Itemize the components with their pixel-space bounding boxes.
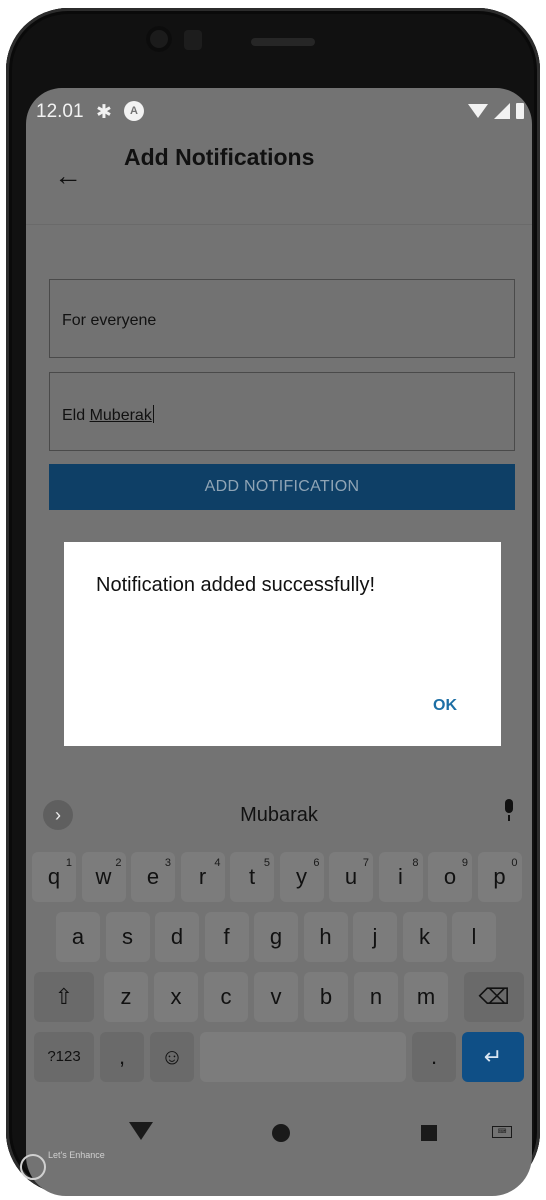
key-e[interactable]: e3 <box>131 852 175 902</box>
key-hint-number: 7 <box>362 857 369 869</box>
key-hint-number: 2 <box>115 857 122 869</box>
symbols-key[interactable]: ?123 <box>34 1032 94 1082</box>
key-z[interactable]: z <box>104 972 148 1022</box>
key-hint-number: 3 <box>164 857 171 869</box>
space-key[interactable] <box>200 1032 406 1082</box>
key-n[interactable]: n <box>354 972 398 1022</box>
message-composing-word: Muberak <box>89 407 152 424</box>
dialog-ok-button[interactable]: OK <box>433 697 457 715</box>
arrow-back-icon[interactable]: ← <box>54 162 82 190</box>
key-x[interactable]: x <box>154 972 198 1022</box>
key-hint-number: 4 <box>214 857 221 869</box>
recipient-value: For everyene <box>62 312 157 329</box>
status-time: 12.01 <box>36 101 84 122</box>
message-prefix: Eld <box>62 407 90 424</box>
key-hint-number: 9 <box>461 857 468 869</box>
key-g[interactable]: g <box>254 912 298 962</box>
screen: 12.01 ✱ A ← Add Notifications For everye… <box>26 88 532 1196</box>
key-y[interactable]: y6 <box>279 852 324 902</box>
comma-key[interactable]: , <box>100 1032 144 1082</box>
period-key[interactable]: . <box>412 1032 456 1082</box>
key-q[interactable]: q1 <box>32 852 76 902</box>
wifi-icon <box>468 104 488 118</box>
key-a[interactable]: a <box>56 912 100 962</box>
suggestion-strip: › Mubarak <box>26 788 532 844</box>
page-title: Add Notifications <box>124 144 315 170</box>
watermark: Let's Enhance <box>20 1148 108 1184</box>
settings-gear-icon: ✱ <box>96 102 112 123</box>
key-hint-number: 1 <box>65 857 72 869</box>
nav-home-icon[interactable] <box>272 1124 290 1142</box>
enter-key[interactable]: ↵ <box>462 1032 524 1082</box>
notification-a-icon: A <box>124 101 144 121</box>
key-t[interactable]: t5 <box>230 852 274 902</box>
front-camera <box>146 26 172 52</box>
key-k[interactable]: k <box>402 912 447 962</box>
keyboard-row-2: asdfghjkl <box>26 912 532 962</box>
add-notification-button[interactable]: ADD NOTIFICATION <box>49 464 515 510</box>
message-field[interactable]: Eld Muberak <box>49 372 515 451</box>
key-u[interactable]: u7 <box>329 852 373 902</box>
keyboard-row-4: ?123 , ☺ . ↵ <box>26 1032 532 1082</box>
keyboard-switch-icon[interactable]: ⌨ <box>492 1126 512 1138</box>
cell-signal-icon <box>494 103 510 119</box>
key-hint-number: 5 <box>263 857 270 869</box>
key-i[interactable]: i8 <box>378 852 423 902</box>
keyboard-row-3: ⇧ ⌫ zxcvbnm <box>26 972 532 1022</box>
suggestion-word[interactable]: Mubarak <box>26 804 532 827</box>
key-d[interactable]: d <box>155 912 199 962</box>
watermark-logo-icon <box>20 1154 46 1180</box>
emoji-key[interactable]: ☺ <box>150 1032 194 1082</box>
status-bar: 12.01 ✱ A <box>26 88 532 136</box>
key-b[interactable]: b <box>304 972 348 1022</box>
key-j[interactable]: j <box>353 912 397 962</box>
backspace-key[interactable]: ⌫ <box>464 972 524 1022</box>
phone-frame: 12.01 ✱ A ← Add Notifications For everye… <box>6 8 540 1196</box>
key-v[interactable]: v <box>254 972 298 1022</box>
key-h[interactable]: h <box>303 912 348 962</box>
key-m[interactable]: m <box>404 972 448 1022</box>
key-hint-number: 8 <box>412 857 419 869</box>
watermark-text: Let's Enhance <box>48 1150 105 1160</box>
key-hint-number: 6 <box>313 857 320 869</box>
key-o[interactable]: o9 <box>428 852 472 902</box>
battery-icon <box>516 103 524 119</box>
shift-key[interactable]: ⇧ <box>34 972 94 1022</box>
earpiece-speaker <box>251 38 315 46</box>
key-f[interactable]: f <box>204 912 249 962</box>
success-dialog: Notification added successfully! OK <box>64 542 501 746</box>
nav-back-icon[interactable] <box>129 1122 153 1140</box>
status-icons <box>468 103 524 119</box>
message-value: Eld Muberak <box>62 405 154 425</box>
microphone-icon[interactable] <box>502 799 516 821</box>
nav-recents-icon[interactable] <box>421 1125 437 1141</box>
key-r[interactable]: r4 <box>180 852 225 902</box>
key-hint-number: 0 <box>511 857 518 869</box>
key-c[interactable]: c <box>204 972 248 1022</box>
recipient-field[interactable]: For everyene <box>49 279 515 358</box>
key-l[interactable]: l <box>452 912 496 962</box>
key-s[interactable]: s <box>105 912 150 962</box>
text-cursor <box>152 405 154 423</box>
key-p[interactable]: p0 <box>477 852 522 902</box>
key-w[interactable]: w2 <box>81 852 126 902</box>
dialog-message: Notification added successfully! <box>96 574 376 596</box>
proximity-sensor <box>184 30 202 50</box>
keyboard-row-1: q1w2e3r4t5y6u7i8o9p0 <box>26 852 532 902</box>
